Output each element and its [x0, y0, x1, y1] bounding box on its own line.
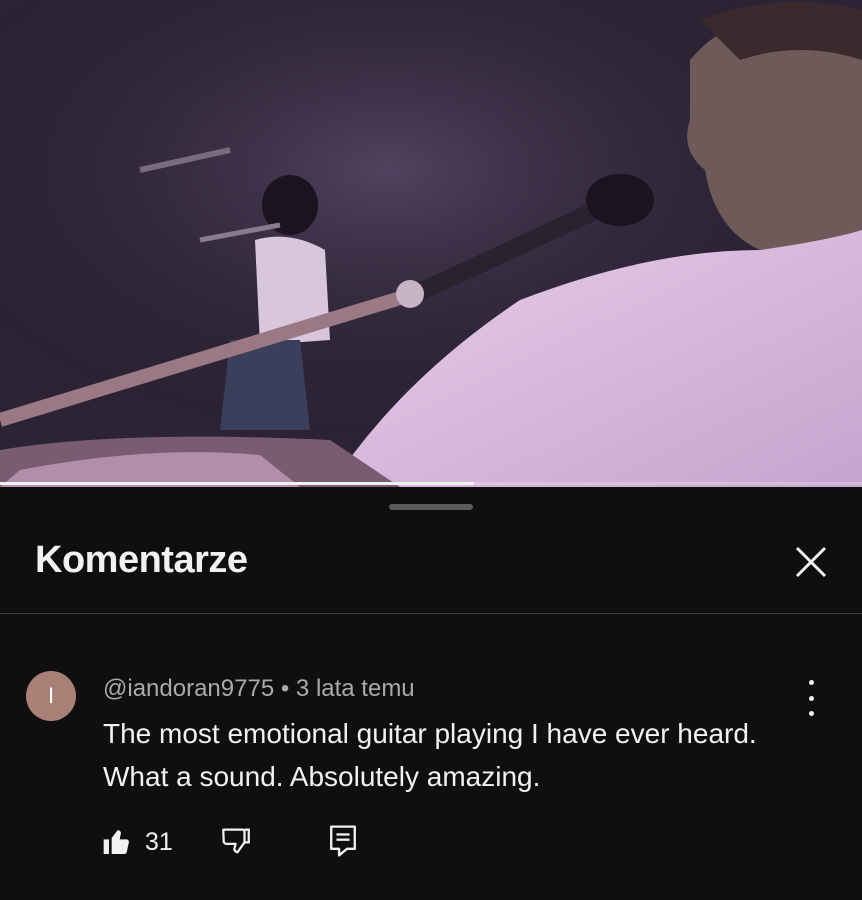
like-button[interactable]: 31	[101, 824, 173, 860]
comment-author[interactable]: @iandoran9775	[103, 675, 274, 702]
drag-handle[interactable]	[389, 504, 473, 510]
video-progress-fill	[0, 482, 475, 485]
reply-button[interactable]	[327, 824, 363, 860]
comment-time: 3 lata temu	[295, 675, 415, 702]
more-vert-icon	[808, 680, 814, 685]
video-progress-bar[interactable]	[0, 482, 862, 485]
avatar-letter: I	[47, 683, 55, 708]
comment-meta: @iandoran9775 • 3 lata temu	[103, 675, 415, 703]
reply-icon	[330, 825, 356, 857]
close-icon	[795, 546, 827, 578]
thumb-up-icon	[103, 830, 129, 854]
comments-panel: Komentarze I @iandoran9775 • 3 lata temu…	[0, 487, 862, 900]
panel-title: Komentarze	[35, 539, 248, 581]
thumb-down-icon	[222, 828, 250, 854]
video-frame	[0, 0, 862, 487]
close-button[interactable]	[791, 542, 831, 582]
more-options-button[interactable]	[796, 680, 826, 716]
avatar[interactable]: I	[26, 671, 76, 721]
meta-separator: •	[280, 675, 290, 702]
dislike-button[interactable]	[219, 824, 255, 860]
comment-text: The most emotional guitar playing I have…	[103, 718, 757, 792]
divider	[0, 613, 862, 614]
like-count: 31	[145, 827, 173, 856]
video-player[interactable]	[0, 0, 862, 487]
